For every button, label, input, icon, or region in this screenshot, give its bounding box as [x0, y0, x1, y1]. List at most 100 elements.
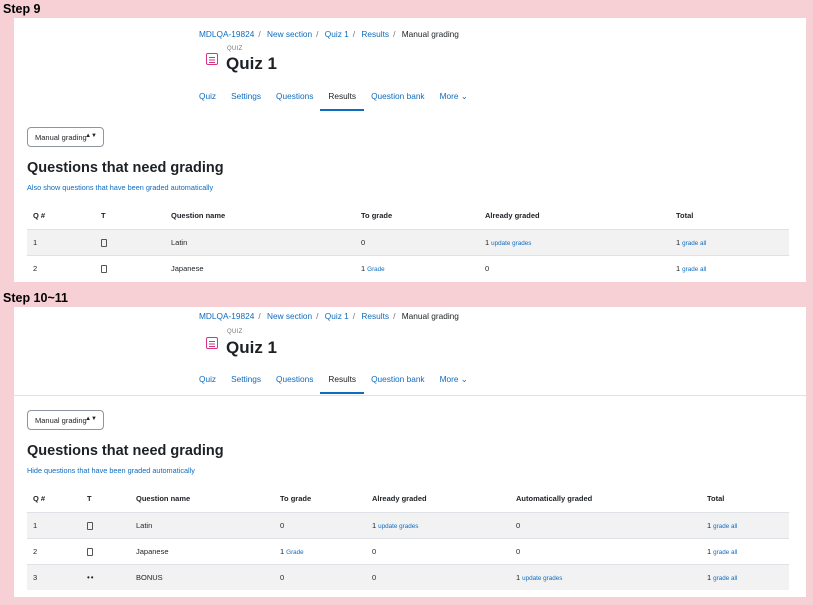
essay-question-icon	[101, 264, 107, 273]
report-select[interactable]: Manual grading ▲▼	[27, 410, 104, 430]
table-row: 2 Japanese 1 Grade 0 1 grade all	[27, 254, 789, 281]
update-grades-link[interactable]: update grades	[378, 523, 418, 530]
already-graded-count: 0	[366, 563, 510, 590]
question-name: Latin	[130, 511, 274, 538]
tab-settings[interactable]: Settings	[231, 374, 261, 394]
question-number: 2	[27, 537, 81, 564]
select-caret-icon: ▲▼	[85, 133, 97, 139]
column-header[interactable]: Q #	[27, 486, 81, 513]
grade-link[interactable]: Grade	[367, 266, 385, 273]
table-row: 1 Latin 0 1 update grades 0 1 grade all	[27, 511, 789, 538]
update-grades-link[interactable]: update grades	[522, 575, 562, 582]
question-number: 3	[27, 563, 81, 590]
breadcrumb-results[interactable]: Results	[361, 29, 389, 39]
hide-auto-graded-link[interactable]: Hide questions that have been graded aut…	[27, 466, 195, 475]
breadcrumb-quiz[interactable]: Quiz 1	[325, 29, 349, 39]
select-caret-icon: ▲▼	[85, 416, 97, 422]
column-header[interactable]: T	[95, 203, 165, 230]
auto-graded-count: 0	[510, 537, 701, 564]
column-header[interactable]: Question name	[165, 203, 355, 230]
to-grade-count: 1	[361, 263, 366, 273]
column-header[interactable]: Total	[670, 203, 789, 230]
grading-table: Q # T Question name To grade Already gra…	[27, 203, 789, 281]
secondary-navigation: Quiz Settings Questions Results Question…	[199, 91, 483, 111]
question-name: Latin	[165, 228, 355, 255]
total-count: 1	[707, 572, 712, 582]
breadcrumb-results[interactable]: Results	[361, 311, 389, 321]
auto-graded-count: 1	[516, 572, 521, 582]
column-header[interactable]: To grade	[274, 486, 366, 513]
tab-quiz[interactable]: Quiz	[199, 91, 216, 111]
tab-quiz[interactable]: Quiz	[199, 374, 216, 394]
tab-question-bank[interactable]: Question bank	[371, 374, 425, 394]
to-grade-count: 0	[274, 511, 366, 538]
column-header[interactable]: T	[81, 486, 130, 513]
column-header[interactable]: To grade	[355, 203, 479, 230]
breadcrumb: MDLQA-19824/ New section / Quiz 1/ Result…	[199, 29, 459, 39]
activity-type-label: QUIZ	[227, 329, 243, 335]
grade-all-link[interactable]: grade all	[682, 240, 706, 247]
auto-graded-count: 0	[510, 511, 701, 538]
question-number: 2	[27, 254, 95, 281]
to-grade-count: 0	[355, 228, 479, 255]
total-count: 1	[707, 520, 712, 530]
update-grades-link[interactable]: update grades	[491, 240, 531, 247]
step-label: Step 9	[3, 2, 41, 16]
report-select-value: Manual grading	[35, 416, 87, 425]
tab-question-bank[interactable]: Question bank	[371, 91, 425, 111]
activity-type-label: QUIZ	[227, 46, 243, 52]
grade-all-link[interactable]: grade all	[713, 549, 737, 556]
breadcrumb-course[interactable]: MDLQA-19824	[199, 311, 254, 321]
quiz-icon	[206, 53, 218, 65]
grade-link[interactable]: Grade	[286, 549, 304, 556]
grade-all-link[interactable]: grade all	[682, 266, 706, 273]
essay-question-icon	[87, 547, 93, 556]
breadcrumb-section[interactable]: New section	[267, 311, 312, 321]
breadcrumb: MDLQA-19824/ New section / Quiz 1/ Result…	[199, 311, 459, 321]
tab-results[interactable]: Results	[320, 374, 364, 394]
question-number: 1	[27, 228, 95, 255]
grading-table: Q # T Question name To grade Already gra…	[27, 486, 789, 590]
column-header[interactable]: Automatically graded	[510, 486, 701, 513]
column-header[interactable]: Question name	[130, 486, 274, 513]
breadcrumb-section[interactable]: New section	[267, 29, 312, 39]
column-header[interactable]: Already graded	[479, 203, 670, 230]
question-name: Japanese	[130, 537, 274, 564]
table-row: 1 Latin 0 1 update grades 1 grade all	[27, 228, 789, 255]
column-header[interactable]: Q #	[27, 203, 95, 230]
report-select[interactable]: Manual grading ▲▼	[27, 127, 104, 147]
page-title: Questions that need grading	[27, 160, 224, 176]
to-grade-count: 1	[280, 546, 285, 556]
tab-settings[interactable]: Settings	[231, 91, 261, 111]
breadcrumb-quiz[interactable]: Quiz 1	[325, 311, 349, 321]
nav-divider	[14, 395, 806, 396]
grade-all-link[interactable]: grade all	[713, 523, 737, 530]
description-question-icon: ••	[87, 573, 95, 582]
total-count: 1	[707, 546, 712, 556]
question-name: Japanese	[165, 254, 355, 281]
column-header[interactable]: Total	[701, 486, 789, 513]
already-graded-count: 0	[479, 254, 670, 281]
grade-all-link[interactable]: grade all	[713, 575, 737, 582]
tab-more[interactable]: More ⌄	[440, 374, 468, 394]
tab-questions[interactable]: Questions	[276, 91, 313, 111]
table-header-row: Q # T Question name To grade Already gra…	[27, 203, 789, 230]
quiz-icon	[206, 337, 218, 349]
question-number: 1	[27, 511, 81, 538]
column-header[interactable]: Already graded	[366, 486, 510, 513]
breadcrumb-current: Manual grading	[401, 311, 459, 321]
already-graded-count: 1	[485, 237, 490, 247]
tab-more[interactable]: More ⌄	[440, 91, 468, 111]
total-count: 1	[676, 263, 681, 273]
step-10-11-panel: MDLQA-19824/ New section / Quiz 1/ Result…	[14, 307, 806, 597]
breadcrumb-course[interactable]: MDLQA-19824	[199, 29, 254, 39]
tab-results[interactable]: Results	[320, 91, 364, 111]
already-graded-count: 0	[366, 537, 510, 564]
show-auto-graded-link[interactable]: Also show questions that have been grade…	[27, 183, 213, 192]
tab-questions[interactable]: Questions	[276, 374, 313, 394]
step-label: Step 10~11	[3, 291, 68, 305]
secondary-navigation: Quiz Settings Questions Results Question…	[199, 374, 483, 394]
table-row: 2 Japanese 1 Grade 0 0 1 grade all	[27, 537, 789, 564]
page-title: Questions that need grading	[27, 443, 224, 459]
table-header-row: Q # T Question name To grade Already gra…	[27, 486, 789, 513]
